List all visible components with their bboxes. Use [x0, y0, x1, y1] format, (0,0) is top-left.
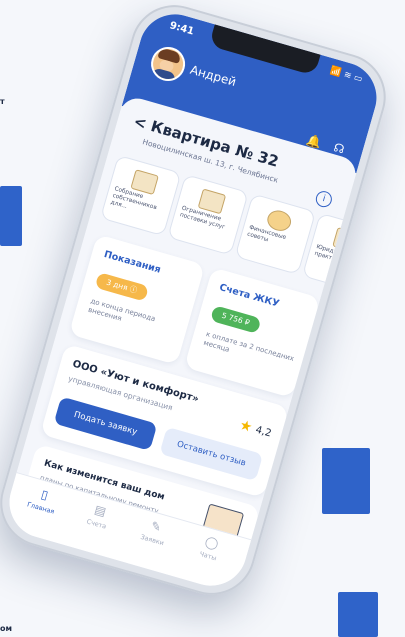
- content-area: < Квартира № 32 Новоцилинская ш. 13, г. …: [15, 94, 384, 562]
- accounts-subtitle: к оплате за 2 последних месяца: [202, 330, 295, 363]
- accounts-amount-badge: 5 756 ₽: [210, 305, 262, 334]
- service-card-legal[interactable]: Юридическая практика: [301, 212, 384, 295]
- accounts-title: Счета ЖКУ: [218, 282, 281, 310]
- bg-block-left: [0, 186, 22, 246]
- signal-icon: 📶: [329, 66, 343, 79]
- bg-block-right-mid: [322, 448, 370, 514]
- phone-frame: 9:41 📶 ≋ ▭ Андрей 🔔 ☊ < Квартира № 32 Но…: [0, 0, 397, 606]
- meters-deadline-badge: 3 дня ⓘ: [94, 272, 149, 302]
- battery-icon: ▭: [352, 72, 364, 85]
- service-card-restriction[interactable]: Ограничение поставки услуг: [167, 174, 249, 256]
- star-icon: ★: [237, 417, 255, 436]
- bg-fragment-text-bottom: ом: [0, 624, 13, 633]
- status-icons: 📶 ≋ ▭: [329, 66, 364, 85]
- user-name: Андрей: [188, 62, 238, 90]
- organization-rating: 4,2: [254, 424, 273, 440]
- meters-card[interactable]: Показания 3 дня ⓘ до конца периода внесе…: [68, 234, 206, 365]
- meters-subtitle: до конца периода внесения: [87, 297, 157, 324]
- service-card-finance[interactable]: Финансовые советы: [234, 193, 317, 275]
- phone-notch: [208, 24, 321, 76]
- legal-icon: [332, 227, 361, 253]
- avatar[interactable]: [147, 42, 190, 86]
- tab-chats[interactable]: ◯ Чаты: [183, 529, 238, 567]
- accounts-card[interactable]: Счета ЖКУ 5 756 ₽ к оплате за 2 последни…: [184, 267, 321, 399]
- tab-accounts[interactable]: ▤ Счета: [71, 497, 126, 535]
- tab-home[interactable]: ▯ Главная: [16, 481, 71, 519]
- wifi-icon: ≋: [342, 70, 353, 82]
- tab-requests[interactable]: ✎ Заявки: [127, 513, 182, 551]
- submit-request-button[interactable]: Подать заявку: [53, 396, 158, 451]
- bg-fragment-text-top: т: [0, 97, 5, 106]
- service-card-meeting[interactable]: Собрание собственников для...: [99, 154, 182, 237]
- status-time: 9:41: [168, 20, 196, 38]
- bg-block-right-bottom: [338, 592, 378, 637]
- meters-title: Показания: [102, 248, 163, 276]
- info-icon[interactable]: i: [313, 189, 334, 210]
